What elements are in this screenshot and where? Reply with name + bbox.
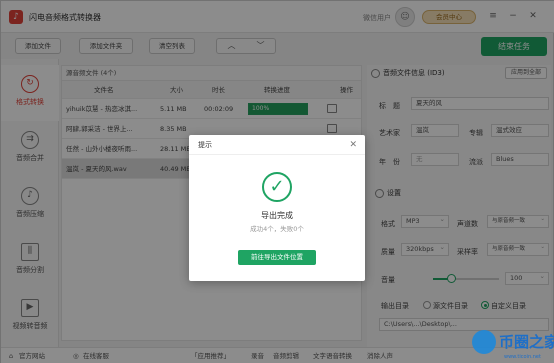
dialog-title: 提示 bbox=[189, 135, 365, 155]
watermark-logo: 币圈之家 www.ticoin.net bbox=[470, 322, 554, 363]
dialog-subtext: 成功4个，失败0个 bbox=[250, 225, 304, 233]
dialog-heading: 导出完成 bbox=[261, 211, 293, 220]
open-export-location-button[interactable]: 前往导出文件位置 bbox=[238, 250, 316, 265]
svg-text:币圈之家: 币圈之家 bbox=[499, 333, 554, 351]
watermark-graphic: 币圈之家 www.ticoin.net bbox=[472, 330, 554, 360]
export-complete-dialog: 提示 ✕ ✓ 导出完成 成功4个，失败0个 前往导出文件位置 bbox=[189, 135, 365, 281]
success-check-icon: ✓ bbox=[262, 172, 292, 202]
svg-text:www.ticoin.net: www.ticoin.net bbox=[504, 354, 541, 360]
dialog-close-icon[interactable]: ✕ bbox=[349, 140, 357, 150]
